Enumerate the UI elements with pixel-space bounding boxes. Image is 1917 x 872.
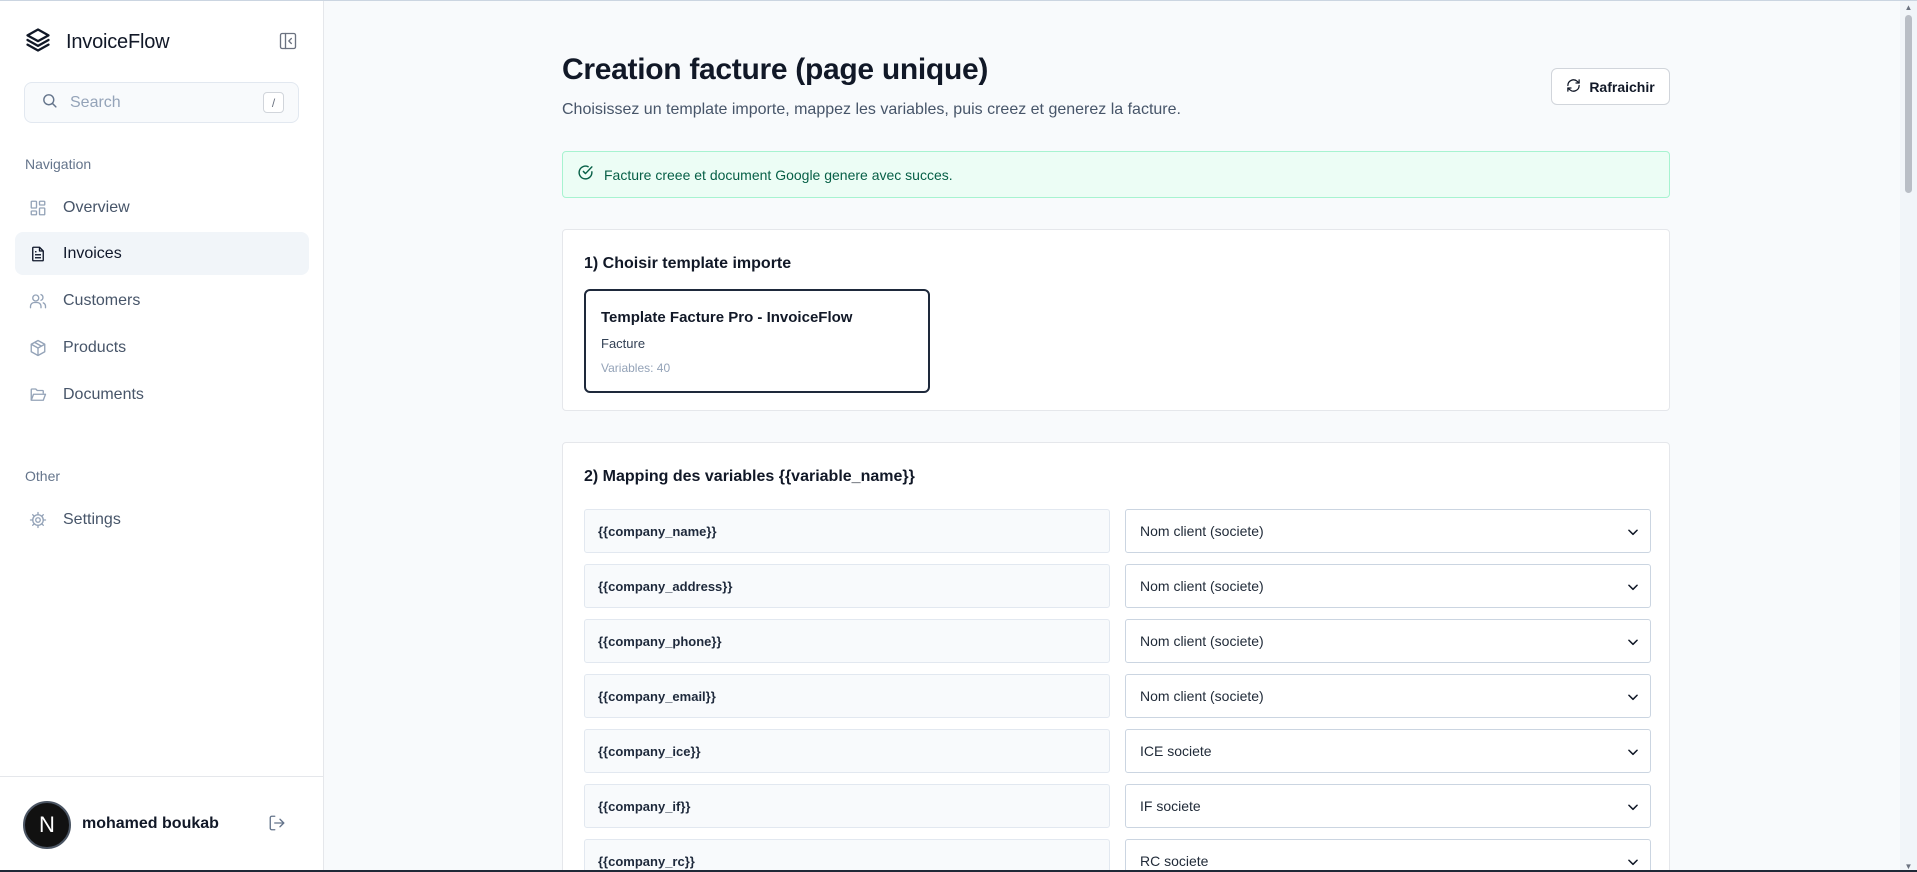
template-type: Facture (601, 336, 646, 351)
variable-name-field: {{company_if}} (584, 784, 1110, 828)
user-name: mohamed boukab (82, 815, 219, 832)
file-text-icon (29, 245, 47, 263)
template-name: Template Facture Pro - InvoiceFlow (601, 309, 853, 326)
sidebar-item-label: Customers (63, 291, 141, 309)
sidebar-collapse-button[interactable] (276, 31, 300, 55)
log-out-icon (268, 814, 286, 837)
chevron-down-icon (1628, 694, 1638, 701)
section-title: 1) Choisir template importe (584, 255, 792, 272)
refresh-label: Rafraichir (1589, 78, 1655, 95)
mapping-row: {{company_email}} Nom client (societe) (584, 674, 1651, 718)
chevron-down-icon (1628, 639, 1638, 646)
panel-left-close-icon (278, 31, 298, 56)
success-alert: Facture creee et document Google genere … (562, 151, 1670, 198)
variable-name-field: {{company_ice}} (584, 729, 1110, 773)
sidebar: InvoiceFlow / Navigation Overview (0, 1, 324, 872)
avatar[interactable]: N (23, 801, 71, 849)
mapping-select[interactable]: Nom client (societe) (1125, 509, 1651, 553)
mapping-row: {{company_phone}} Nom client (societe) (584, 619, 1651, 663)
search-box[interactable]: / (24, 82, 299, 123)
sidebar-item-label: Invoices (63, 244, 122, 262)
mapping-row: {{company_ice}} ICE societe (584, 729, 1651, 773)
mapping-select[interactable]: IF societe (1125, 784, 1651, 828)
variable-name-field: {{company_email}} (584, 674, 1110, 718)
variable-name-field: {{company_address}} (584, 564, 1110, 608)
mapping-select-value: Nom client (societe) (1140, 633, 1264, 649)
mapping-row: {{company_name}} Nom client (societe) (584, 509, 1651, 553)
mapping-row: {{company_if}} IF societe (584, 784, 1651, 828)
refresh-icon (1566, 78, 1581, 96)
sidebar-item-label: Products (63, 338, 127, 356)
variable-name-field: {{company_rc}} (584, 839, 1110, 872)
search-icon (41, 92, 58, 114)
section-title: 2) Mapping des variables {{variable_name… (584, 468, 915, 485)
mapping-select-value: RC societe (1140, 853, 1209, 869)
scroll-up-arrow-icon[interactable]: ▲ (1904, 3, 1913, 12)
users-icon (29, 292, 47, 310)
sidebar-item-label: Overview (63, 198, 130, 216)
folder-open-icon (29, 386, 47, 404)
sidebar-item-customers[interactable]: Customers (15, 279, 309, 322)
layout-grid-icon (29, 199, 47, 217)
mapping-select-value: Nom client (societe) (1140, 523, 1264, 539)
page-title: Creation facture (page unique) (562, 53, 989, 86)
template-section: 1) Choisir template importe Template Fac… (562, 229, 1670, 411)
mapping-select-value: Nom client (societe) (1140, 688, 1264, 704)
sidebar-item-overview[interactable]: Overview (15, 186, 309, 229)
logout-button[interactable] (266, 814, 288, 836)
search-shortcut-key: / (263, 92, 284, 113)
sidebar-item-invoices[interactable]: Invoices (15, 232, 309, 275)
mapping-section: 2) Mapping des variables {{variable_name… (562, 442, 1670, 872)
sidebar-item-products[interactable]: Products (15, 326, 309, 369)
gear-icon (29, 511, 47, 529)
mapping-row: {{company_rc}} RC societe (584, 839, 1651, 872)
scroll-thumb[interactable] (1905, 15, 1912, 193)
sidebar-item-documents[interactable]: Documents (15, 373, 309, 416)
mapping-select[interactable]: Nom client (societe) (1125, 674, 1651, 718)
sidebar-item-label: Documents (63, 385, 144, 403)
chevron-down-icon (1628, 749, 1638, 756)
page-scrollbar[interactable]: ▲ ▼ (1900, 1, 1917, 872)
chevron-down-icon (1628, 804, 1638, 811)
brand[interactable]: InvoiceFlow (24, 26, 170, 59)
refresh-button[interactable]: Rafraichir (1551, 68, 1670, 105)
sidebar-item-settings[interactable]: Settings (15, 498, 309, 541)
box-icon (29, 339, 47, 357)
chevron-down-icon (1628, 859, 1638, 866)
mapping-select[interactable]: Nom client (societe) (1125, 619, 1651, 663)
mapping-select-value: IF societe (1140, 798, 1201, 814)
variable-name-field: {{company_name}} (584, 509, 1110, 553)
mapping-select[interactable]: Nom client (societe) (1125, 564, 1651, 608)
mapping-select[interactable]: ICE societe (1125, 729, 1651, 773)
mapping-select-value: ICE societe (1140, 743, 1212, 759)
alert-message: Facture creee et document Google genere … (604, 166, 953, 183)
nav-section-label: Navigation (25, 156, 92, 172)
layers-logo-icon (24, 26, 52, 59)
brand-name: InvoiceFlow (66, 30, 170, 53)
template-variable-count: Variables: 40 (601, 361, 671, 375)
mapping-select[interactable]: RC societe (1125, 839, 1651, 872)
search-input[interactable] (70, 93, 250, 112)
other-section-label: Other (25, 468, 61, 484)
template-card[interactable]: Template Facture Pro - InvoiceFlow Factu… (584, 289, 930, 393)
mapping-row: {{company_address}} Nom client (societe) (584, 564, 1651, 608)
mapping-select-value: Nom client (societe) (1140, 578, 1264, 594)
sidebar-item-label: Settings (63, 510, 121, 528)
chevron-down-icon (1628, 529, 1638, 536)
chevron-down-icon (1628, 584, 1638, 591)
variable-name-field: {{company_phone}} (584, 619, 1110, 663)
check-circle-icon (577, 164, 594, 186)
user-bar: N mohamed boukab (0, 776, 324, 872)
page-subtitle: Choisissez un template importe, mappez l… (562, 101, 1181, 118)
